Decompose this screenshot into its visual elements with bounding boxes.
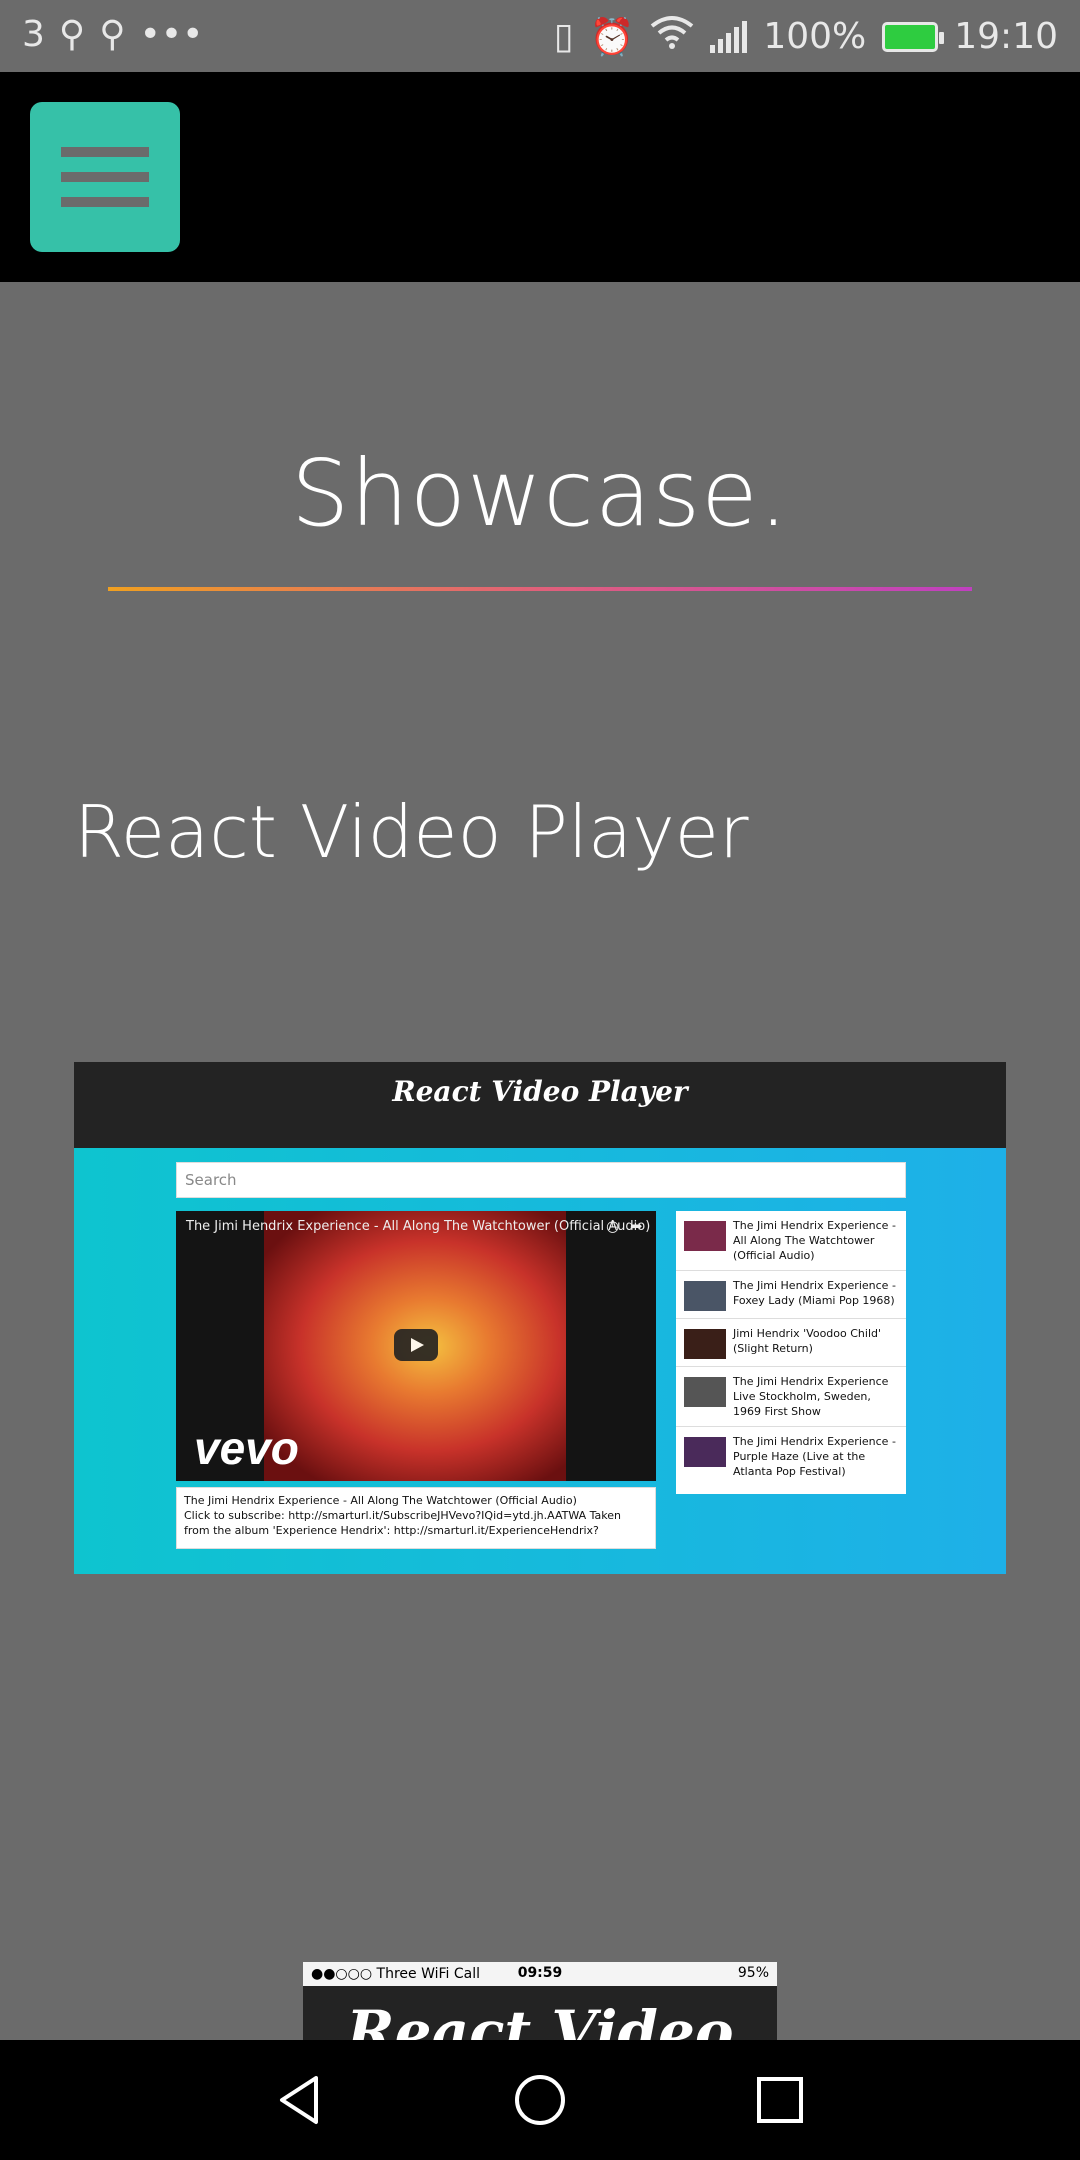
video-description: The Jimi Hendrix Experience - All Along … [176, 1487, 656, 1549]
android-nav-bar [0, 2040, 1080, 2160]
wifi-icon [650, 14, 694, 59]
ios-heading: React Video Player [346, 1998, 734, 2040]
notification-count: 3 [22, 14, 45, 55]
signal-icon [710, 20, 748, 53]
recents-button[interactable] [750, 2070, 810, 2130]
description-title: The Jimi Hendrix Experience - All Along … [184, 1494, 577, 1507]
project-screenshot[interactable]: React Video Player Search The Jimi Hendr… [74, 1062, 1006, 1574]
more-notifications-icon: ••• [139, 14, 204, 55]
battery-percent: 100% [763, 16, 867, 57]
title-underline [108, 587, 972, 591]
thumbnail-image [684, 1437, 726, 1467]
usb-icon: ⚲ [58, 14, 86, 55]
thumbnail-image [684, 1281, 726, 1311]
top-navbar [0, 72, 1080, 282]
usb-icon: ⚲ [99, 14, 126, 55]
home-icon [515, 2075, 565, 2125]
page-title: Showcase. [291, 440, 789, 547]
alarm-icon: ⏰ [589, 16, 635, 58]
play-icon [394, 1329, 438, 1361]
status-bar: 3 ⚲ ⚲ ••• ▯ ⏰ 100% 19:10 [0, 0, 1080, 72]
ios-battery: 95% [737, 1965, 769, 1981]
list-item-title: The Jimi Hendrix Experience - All Along … [733, 1219, 896, 1262]
video-player: The Jimi Hendrix Experience - All Along … [176, 1211, 656, 1481]
thumbnail-image [684, 1221, 726, 1251]
clock: 19:10 [954, 16, 1058, 57]
mobile-preview-screenshot[interactable]: ●●○○○ Three WiFi Call 09:59 95% React Vi… [303, 1962, 777, 2040]
list-item-title: The Jimi Hendrix Experience Live Stockho… [733, 1375, 889, 1418]
battery-icon [882, 21, 945, 52]
ios-status-bar: ●●○○○ Three WiFi Call 09:59 95% [303, 1962, 777, 1986]
list-item: The Jimi Hendrix Experience - Purple Haz… [676, 1427, 906, 1486]
thumbnail-image [684, 1377, 726, 1407]
embed-header: React Video Player [74, 1062, 1006, 1148]
search-input: Search [176, 1162, 906, 1198]
watch-later-icon: ◷ [606, 1217, 620, 1235]
project-title: React Video Player [74, 790, 749, 874]
vibrate-icon: ▯ [553, 16, 574, 57]
list-item: Jimi Hendrix 'Voodoo Child' (Slight Retu… [676, 1319, 906, 1367]
home-button[interactable] [510, 2070, 570, 2130]
share-icon: ➦ [630, 1217, 643, 1235]
thumbnail-image [684, 1329, 726, 1359]
description-body: Click to subscribe: http://smarturl.it/S… [184, 1509, 622, 1537]
back-icon [280, 2076, 318, 2124]
menu-bar-icon [61, 172, 149, 182]
hamburger-menu-button[interactable] [30, 102, 180, 252]
menu-bar-icon [61, 197, 149, 207]
video-title: The Jimi Hendrix Experience - All Along … [186, 1219, 651, 1234]
list-item-title: The Jimi Hendrix Experience - Foxey Lady… [733, 1279, 896, 1307]
recents-icon [757, 2077, 803, 2123]
list-item-title: The Jimi Hendrix Experience - Purple Haz… [733, 1435, 896, 1478]
ios-clock: 09:59 [517, 1965, 563, 1981]
video-list: The Jimi Hendrix Experience - All Along … [676, 1211, 906, 1494]
back-button[interactable] [270, 2070, 330, 2130]
list-item: The Jimi Hendrix Experience - Foxey Lady… [676, 1271, 906, 1319]
menu-bar-icon [61, 147, 149, 157]
list-item: The Jimi Hendrix Experience Live Stockho… [676, 1367, 906, 1427]
vevo-logo: vevo [194, 1422, 299, 1474]
list-item-title: Jimi Hendrix 'Voodoo Child' (Slight Retu… [733, 1327, 882, 1355]
list-item: The Jimi Hendrix Experience - All Along … [676, 1211, 906, 1271]
